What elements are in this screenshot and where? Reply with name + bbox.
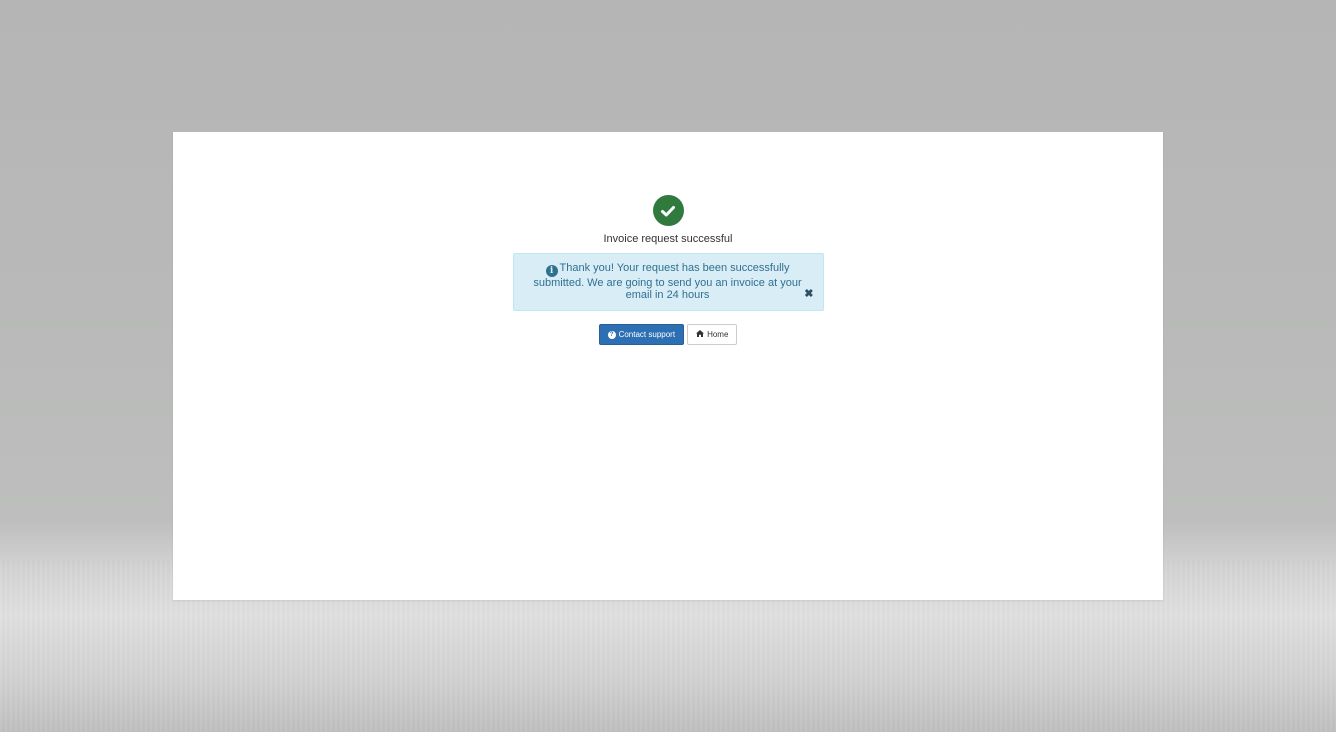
home-label: Home: [707, 330, 729, 339]
confirmation-panel: Invoice request successful i Thank you! Y…: [173, 195, 1163, 345]
question-circle-icon: ?: [607, 330, 616, 339]
close-icon[interactable]: ✖: [804, 289, 813, 300]
alert-message: Thank you! Your request has been success…: [533, 262, 802, 301]
success-alert: i Thank you! Your request has been succes…: [512, 253, 824, 311]
check-circle-icon: [652, 195, 684, 226]
contact-support-button[interactable]: ? Contact support: [598, 324, 685, 345]
status-title: Invoice request successful: [603, 233, 733, 245]
main-card: Invoice request successful i Thank you! Y…: [173, 132, 1163, 600]
info-circle-icon: i: [545, 265, 558, 277]
action-buttons: ? Contact support Home: [598, 324, 738, 345]
contact-support-label: Contact support: [618, 330, 676, 339]
home-button[interactable]: Home: [687, 324, 738, 345]
home-icon: [696, 330, 705, 339]
